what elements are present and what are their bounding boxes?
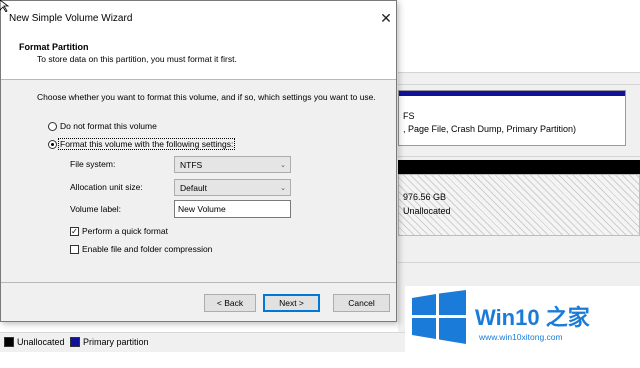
divider [398, 262, 640, 263]
quick-format-label[interactable]: Perform a quick format [82, 226, 168, 236]
mouse-cursor-icon [0, 0, 10, 12]
file-system-label: File system: [70, 159, 116, 169]
unallocated-size: 976.56 GB [403, 192, 447, 202]
compression-label[interactable]: Enable file and folder compression [82, 244, 212, 254]
chevron-down-icon: ⌄ [280, 162, 286, 169]
divider [398, 84, 640, 85]
watermark-brand: Win10 之家 [475, 305, 590, 330]
divider [398, 156, 640, 157]
unallocated-label: Unallocated [403, 206, 451, 216]
volume-label-label: Volume label: [70, 204, 122, 214]
file-system-select[interactable]: NTFS ⌄ [174, 156, 291, 173]
chevron-down-icon: ⌄ [280, 185, 286, 192]
windows-logo-icon [412, 290, 466, 344]
allocation-unit-select[interactable]: Default ⌄ [174, 179, 291, 196]
primary-partition-swatch [70, 337, 80, 347]
watermark: Win10 之家 www.win10xitong.com [405, 286, 640, 368]
unallocated-block[interactable]: 976.56 GB Unallocated [398, 174, 640, 236]
divider [398, 72, 640, 73]
format-radio[interactable] [48, 140, 57, 149]
unallocated-swatch [4, 337, 14, 347]
volume-partition-block[interactable]: FS , Page File, Crash Dump, Primary Part… [398, 90, 626, 146]
volume-filesystem-text: FS [403, 111, 415, 121]
compression-checkbox[interactable] [70, 245, 79, 254]
instruction-text: Choose whether you want to format this v… [37, 92, 376, 102]
volume-label-value: New Volume [178, 204, 226, 214]
volume-label-input[interactable]: New Volume [174, 200, 291, 218]
allocation-unit-label: Allocation unit size: [70, 182, 143, 192]
primary-partition-bar [399, 91, 625, 96]
dialog-title: New Simple Volume Wizard [9, 13, 133, 24]
quick-format-checkbox[interactable]: ✓ [70, 227, 79, 236]
unallocated-bar [398, 160, 640, 174]
allocation-unit-value: Default [180, 183, 207, 193]
legend-unallocated: Unallocated [17, 337, 65, 347]
no-format-radio[interactable] [48, 122, 57, 131]
no-format-label[interactable]: Do not format this volume [60, 121, 157, 131]
next-button[interactable]: Next > [263, 294, 320, 312]
new-simple-volume-wizard-dialog: New Simple Volume Wizard ✕ Format Partit… [0, 0, 397, 322]
cancel-button[interactable]: Cancel [333, 294, 390, 312]
page-title: Format Partition [19, 42, 89, 52]
volume-status-text: , Page File, Crash Dump, Primary Partiti… [403, 124, 577, 134]
back-button[interactable]: < Back [204, 294, 256, 312]
legend-primary-partition: Primary partition [83, 337, 149, 347]
file-system-value: NTFS [180, 160, 203, 170]
page-subtitle: To store data on this partition, you mus… [37, 54, 237, 64]
watermark-url: www.win10xitong.com [479, 332, 563, 342]
format-label[interactable]: Format this volume with the following se… [57, 138, 236, 150]
close-icon[interactable]: ✕ [379, 11, 393, 25]
